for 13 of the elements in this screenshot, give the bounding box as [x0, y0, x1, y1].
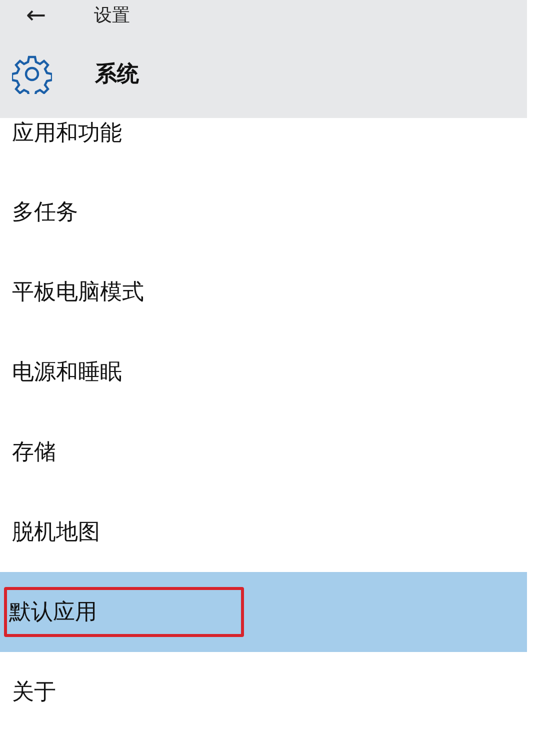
- menu-item[interactable]: 存储: [0, 412, 527, 492]
- settings-icon: [12, 54, 52, 94]
- menu-item[interactable]: 关于: [0, 652, 527, 730]
- menu-item[interactable]: 平板电脑模式: [0, 252, 527, 332]
- menu-item[interactable]: 应用和功能: [0, 118, 527, 172]
- menu-item[interactable]: 多任务: [0, 172, 527, 252]
- back-button[interactable]: ←: [16, 2, 56, 28]
- menu-item[interactable]: 脱机地图: [0, 492, 527, 572]
- window-title: 设置: [94, 4, 130, 27]
- menu-item[interactable]: 默认应用: [0, 572, 527, 652]
- menu-item[interactable]: 电源和睡眠: [0, 332, 527, 412]
- section-title: 系统: [95, 61, 139, 89]
- highlight-frame: 默认应用: [4, 587, 244, 637]
